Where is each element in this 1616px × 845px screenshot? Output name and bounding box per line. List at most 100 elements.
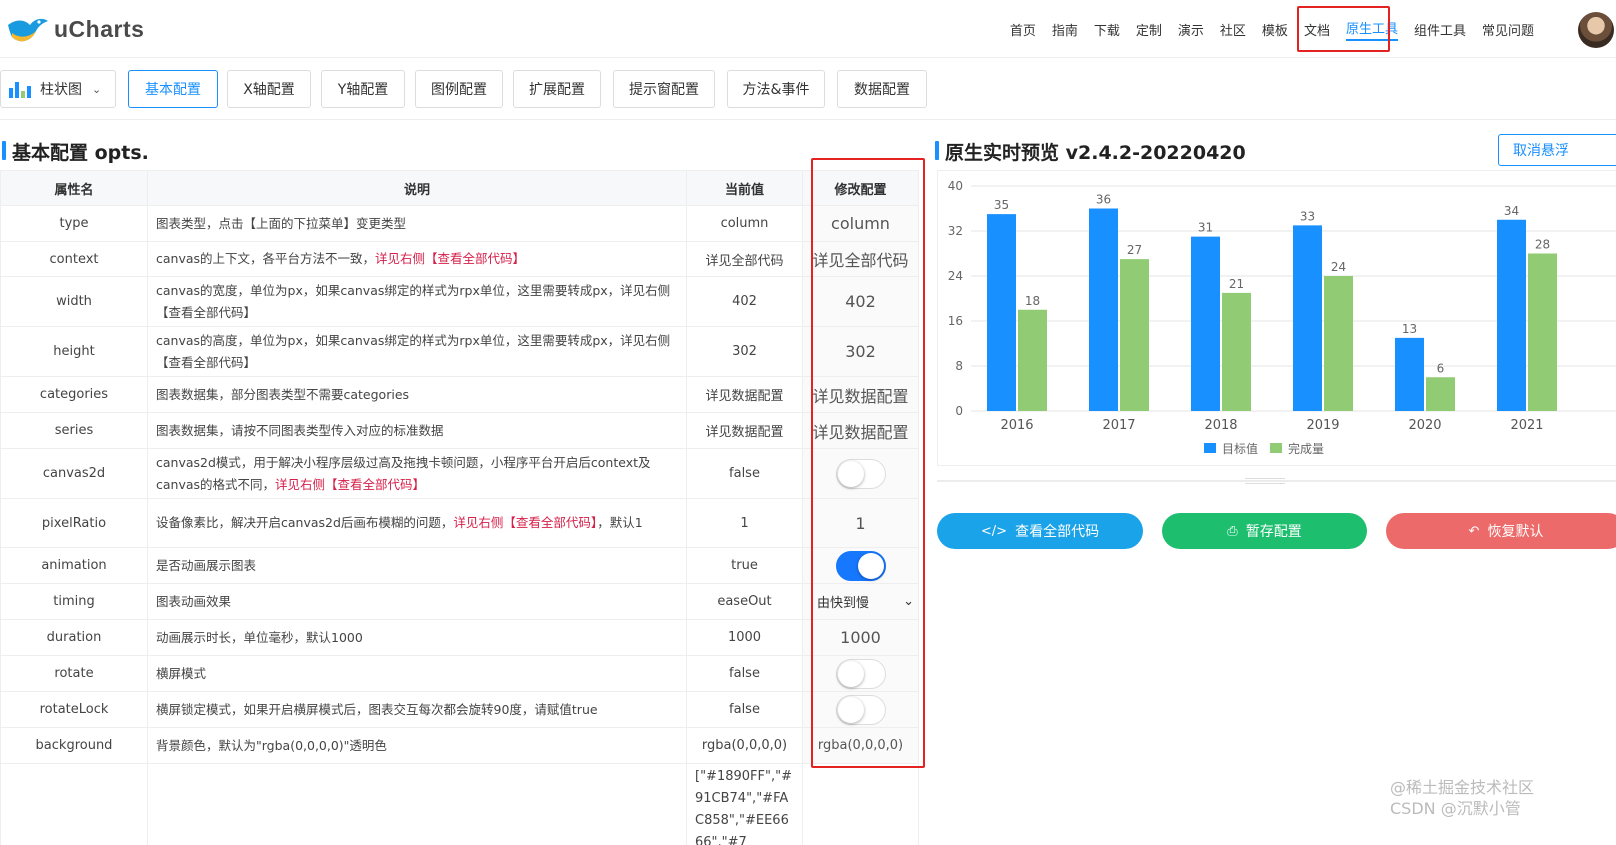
cancel-float-button[interactable]: 取消悬浮 (1498, 134, 1616, 166)
prop-desc (147, 763, 687, 845)
desc-link[interactable]: 详见右侧【查看全部代码】 (275, 477, 425, 492)
modify-cell (802, 691, 919, 728)
tab-2[interactable]: Y轴配置 (321, 70, 405, 108)
nav-item-7[interactable]: 文档 (1304, 20, 1330, 39)
rotateLock-toggle[interactable] (835, 694, 886, 725)
action-button-label: 查看全部代码 (1015, 524, 1100, 540)
desc-link[interactable]: 详见右侧【查看全部代码】 (375, 251, 525, 266)
code-icon: </> (980, 523, 1008, 539)
nav-item-4[interactable]: 演示 (1178, 20, 1204, 39)
prop-name: timing (0, 583, 148, 620)
bar-目标值-2017 (1089, 208, 1118, 411)
tab-6[interactable]: 方法&事件 (727, 70, 825, 108)
modify-cell (802, 547, 919, 584)
timing-select[interactable]: 由快到慢 ⌄ (803, 592, 918, 611)
table-row: type 图表类型，点击【上面的下拉菜单】变更类型 column column (0, 205, 919, 242)
right-section-title: 原生实时预览 v2.4.2-20220420 (935, 138, 1246, 165)
header-name: 属性名 (0, 170, 148, 206)
prop-name: width (0, 276, 148, 327)
prop-desc: 图表动画效果 (147, 583, 687, 620)
nav-item-10[interactable]: 常见问题 (1482, 20, 1534, 39)
nav-item-2[interactable]: 下载 (1094, 20, 1120, 39)
type-input[interactable]: column (802, 205, 919, 242)
nav-item-1[interactable]: 指南 (1052, 20, 1078, 39)
pixelRatio-input[interactable]: 1 (802, 498, 919, 548)
desc-text: 横屏模式 (156, 665, 207, 681)
current-value: 详见数据配置 (686, 376, 803, 413)
action-button-2[interactable]: ↶ 恢复默认 (1386, 513, 1616, 549)
desc-text: 图表类型，点击【上面的下拉菜单】变更类型 (156, 215, 407, 231)
prop-name: series (0, 412, 148, 449)
prop-name: background (0, 727, 148, 764)
data-label: 21 (1229, 277, 1244, 291)
brand-logo[interactable]: uCharts (6, 10, 144, 48)
action-button-0[interactable]: </> 查看全部代码 (937, 513, 1143, 549)
categories-input[interactable]: 详见数据配置 (802, 376, 919, 413)
prop-name: context (0, 241, 148, 277)
rotate-toggle[interactable] (835, 658, 886, 689)
y-tick-label: 0 (955, 404, 963, 418)
table-row: categories 图表数据集，部分图表类型不需要categories 详见数据配… (0, 376, 919, 413)
data-label: 31 (1198, 221, 1213, 235)
tab-7[interactable]: 数据配置 (837, 70, 927, 108)
tab-0[interactable]: 基本配置 (128, 70, 218, 108)
current-value: 详见全部代码 (686, 241, 803, 277)
width-input[interactable]: 402 (802, 276, 919, 327)
header-current: 当前值 (686, 170, 803, 206)
chart-type-select[interactable]: 柱状图 ⌄ (0, 70, 116, 108)
desc-text: 图表数据集，请按不同图表类型传入对应的标准数据 (156, 422, 444, 438)
nav-item-5[interactable]: 社区 (1220, 20, 1246, 39)
data-label: 35 (994, 198, 1009, 212)
table-row: pixelRatio 设备像素比，解决开启canvas2d后画布模糊的问题，详见右… (0, 498, 919, 548)
bar-目标值-2018 (1191, 236, 1220, 411)
data-label: 24 (1331, 260, 1346, 274)
current-value: 402 (686, 276, 803, 327)
chevron-down-icon: ⌄ (903, 594, 914, 609)
current-value: false (686, 691, 803, 728)
tab-1[interactable]: X轴配置 (227, 70, 311, 108)
action-button-1[interactable]: ⎙ 暂存配置 (1162, 513, 1367, 549)
nav-item-9[interactable]: 组件工具 (1414, 20, 1466, 39)
tab-5[interactable]: 提示窗配置 (613, 70, 715, 108)
tab-4[interactable]: 扩展配置 (513, 70, 601, 108)
animation-toggle[interactable] (835, 550, 886, 581)
watermark-line2: CSDN @沉默小管 (1390, 799, 1521, 818)
bar-完成量-2016 (1018, 309, 1047, 411)
prop-desc: canvas的高度，单位为px，如果canvas绑定的样式为rpx单位，这里需要… (147, 326, 687, 377)
table-row: rotateLock 横屏锁定模式，如果开启横屏模式后，图表交互每次都会旋转90度… (0, 691, 919, 728)
splitter-grip[interactable] (1245, 478, 1285, 484)
chart-preview: 0 8 16 24 32 40 35 18 2016 36 27 2017 31 21 2018 33 24 20… (937, 170, 1616, 466)
current-value: rgba(0,0,0,0) (686, 727, 803, 764)
duration-input[interactable]: 1000 (802, 619, 919, 656)
legend-label: 完成量 (1288, 441, 1324, 456)
modify-cell (802, 763, 919, 845)
background-input[interactable]: rgba(0,0,0,0) (802, 727, 919, 764)
user-avatar[interactable] (1578, 12, 1614, 48)
prop-desc: canvas的宽度，单位为px，如果canvas绑定的样式为rpx单位，这里需要… (147, 276, 687, 327)
nav-item-6[interactable]: 模板 (1262, 20, 1288, 39)
save-icon: ⎙ (1227, 523, 1238, 539)
desc-text: 是否动画展示图表 (156, 557, 257, 573)
table-row: width canvas的宽度，单位为px，如果canvas绑定的样式为rpx单位… (0, 276, 919, 327)
table-row: animation 是否动画展示图表 true (0, 547, 919, 584)
nav-item-8[interactable]: 原生工具 (1345, 18, 1398, 41)
prop-desc: 动画展示时长，单位毫秒，默认1000 (147, 619, 687, 656)
height-input[interactable]: 302 (802, 326, 919, 377)
current-value: easeOut (686, 583, 803, 620)
tab-3[interactable]: 图例配置 (415, 70, 503, 108)
context-input[interactable]: 详见全部代码 (802, 241, 919, 277)
current-value: 1 (686, 498, 803, 548)
column-chart: 0 8 16 24 32 40 35 18 2016 36 27 2017 31 21 2018 33 24 20… (948, 179, 1616, 456)
nav-item-3[interactable]: 定制 (1136, 20, 1162, 39)
desc-text: 横屏锁定模式，如果开启横屏模式后，图表交互每次都会旋转90度，请赋值true (156, 701, 598, 717)
brand-name: uCharts (54, 15, 145, 42)
chevron-down-icon: ⌄ (92, 82, 102, 96)
desc-text: canvas的高度，单位为px，如果canvas绑定的样式为rpx单位，这里需要… (156, 332, 671, 370)
desc-link[interactable]: 详见右侧【查看全部代码】 (453, 515, 597, 530)
modify-cell: 由快到慢 ⌄ (802, 583, 919, 620)
canvas2d-toggle[interactable] (835, 458, 886, 489)
x-tick-label: 2016 (1000, 418, 1033, 433)
nav-item-0[interactable]: 首页 (1010, 20, 1036, 39)
series-input[interactable]: 详见数据配置 (802, 412, 919, 449)
data-label: 33 (1300, 209, 1315, 223)
